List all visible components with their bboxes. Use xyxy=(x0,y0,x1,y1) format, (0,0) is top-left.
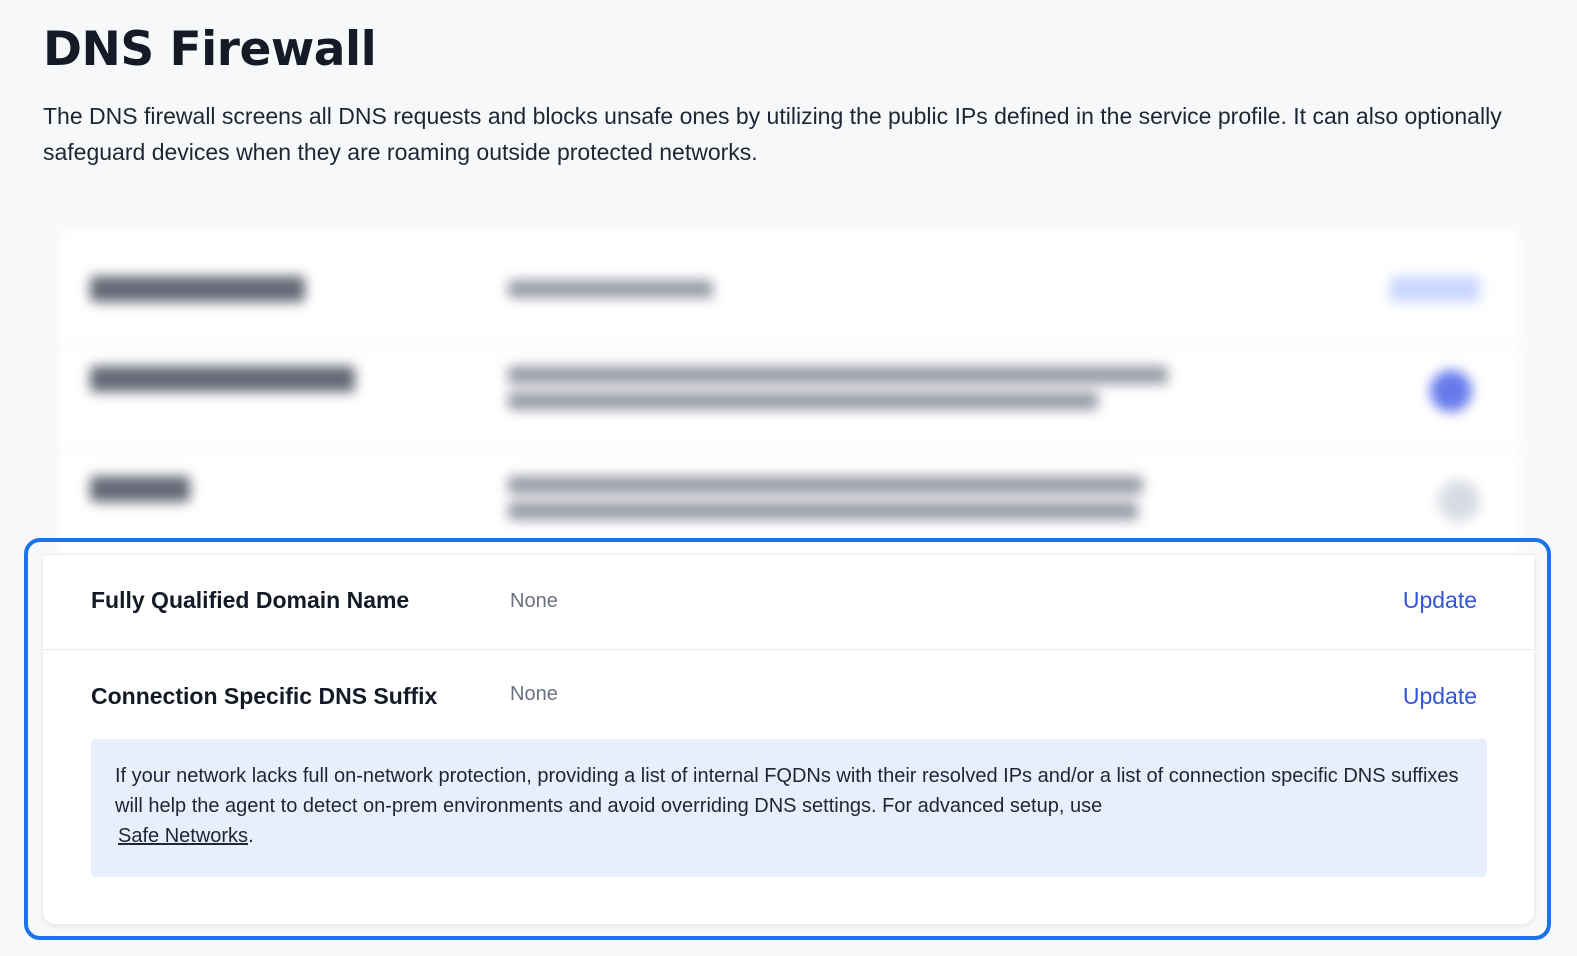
safe-networks-link[interactable]: Safe Networks xyxy=(118,825,248,847)
page-description: The DNS firewall screens all DNS request… xyxy=(43,103,1502,165)
dns-suffix-row: Connection Specific DNS Suffix None Upda… xyxy=(43,651,1534,746)
info-suffix: . xyxy=(248,825,254,847)
dns-detection-card: Fully Qualified Domain Name None Update … xyxy=(43,554,1534,924)
info-notice: If your network lacks full on-network pr… xyxy=(91,739,1487,877)
dns-suffix-label: Connection Specific DNS Suffix xyxy=(91,683,438,709)
dns-suffix-value: None xyxy=(510,683,558,705)
info-text: If your network lacks full on-network pr… xyxy=(115,765,1459,817)
fqdn-update-link[interactable]: Update xyxy=(1403,587,1477,614)
fqdn-label: Fully Qualified Domain Name xyxy=(91,587,410,613)
dns-firewall-page: DNS Firewall The DNS firewall screens al… xyxy=(0,0,1577,956)
page-title: DNS Firewall xyxy=(43,22,377,77)
blurred-settings-card xyxy=(58,228,1520,558)
dns-suffix-update-link[interactable]: Update xyxy=(1403,683,1477,710)
fqdn-row: Fully Qualified Domain Name None Update xyxy=(43,555,1534,650)
fqdn-value: None xyxy=(510,590,558,612)
